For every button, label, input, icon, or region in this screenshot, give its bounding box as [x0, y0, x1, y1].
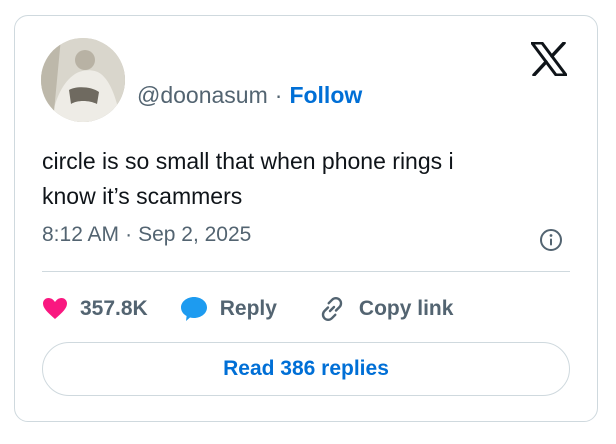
avatar-image: [41, 38, 125, 122]
x-logo-icon[interactable]: [529, 41, 569, 77]
tweet-date: Sep 2, 2025: [138, 223, 252, 246]
info-icon[interactable]: [539, 228, 563, 252]
follow-button[interactable]: Follow: [289, 82, 362, 109]
like-count: 357.8K: [80, 297, 148, 320]
user-handle[interactable]: @doonasum: [137, 82, 268, 109]
avatar[interactable]: [41, 38, 125, 122]
separator-dot: ·: [274, 82, 283, 108]
like-button[interactable]: 357.8K: [42, 297, 148, 321]
link-icon: [321, 297, 343, 321]
tweet-timestamp[interactable]: 8:12 AM · Sep 2, 2025: [42, 223, 251, 247]
tweet-time: 8:12 AM: [42, 223, 120, 246]
copy-link-button[interactable]: Copy link: [317, 294, 454, 324]
action-bar: 357.8K Reply Copy link: [42, 294, 453, 324]
divider: [42, 271, 570, 272]
tweet-text-line: know it’s scammers: [42, 183, 243, 209]
heart-icon: [43, 298, 67, 319]
read-replies-button[interactable]: Read 386 replies: [42, 342, 570, 396]
separator-dot: ·: [125, 223, 133, 246]
speech-bubble-icon: [180, 297, 207, 321]
tweet-text-line: circle is so small that when phone rings…: [42, 148, 454, 174]
reply-label: Reply: [219, 297, 277, 320]
tweet-card: @doonasum · Follow circle is so small th…: [14, 15, 598, 422]
tweet-text: circle is so small that when phone rings…: [42, 144, 562, 214]
copy-link-label: Copy link: [358, 297, 454, 320]
user-line: @doonasum · Follow: [137, 82, 362, 109]
reply-button[interactable]: Reply: [180, 296, 277, 322]
